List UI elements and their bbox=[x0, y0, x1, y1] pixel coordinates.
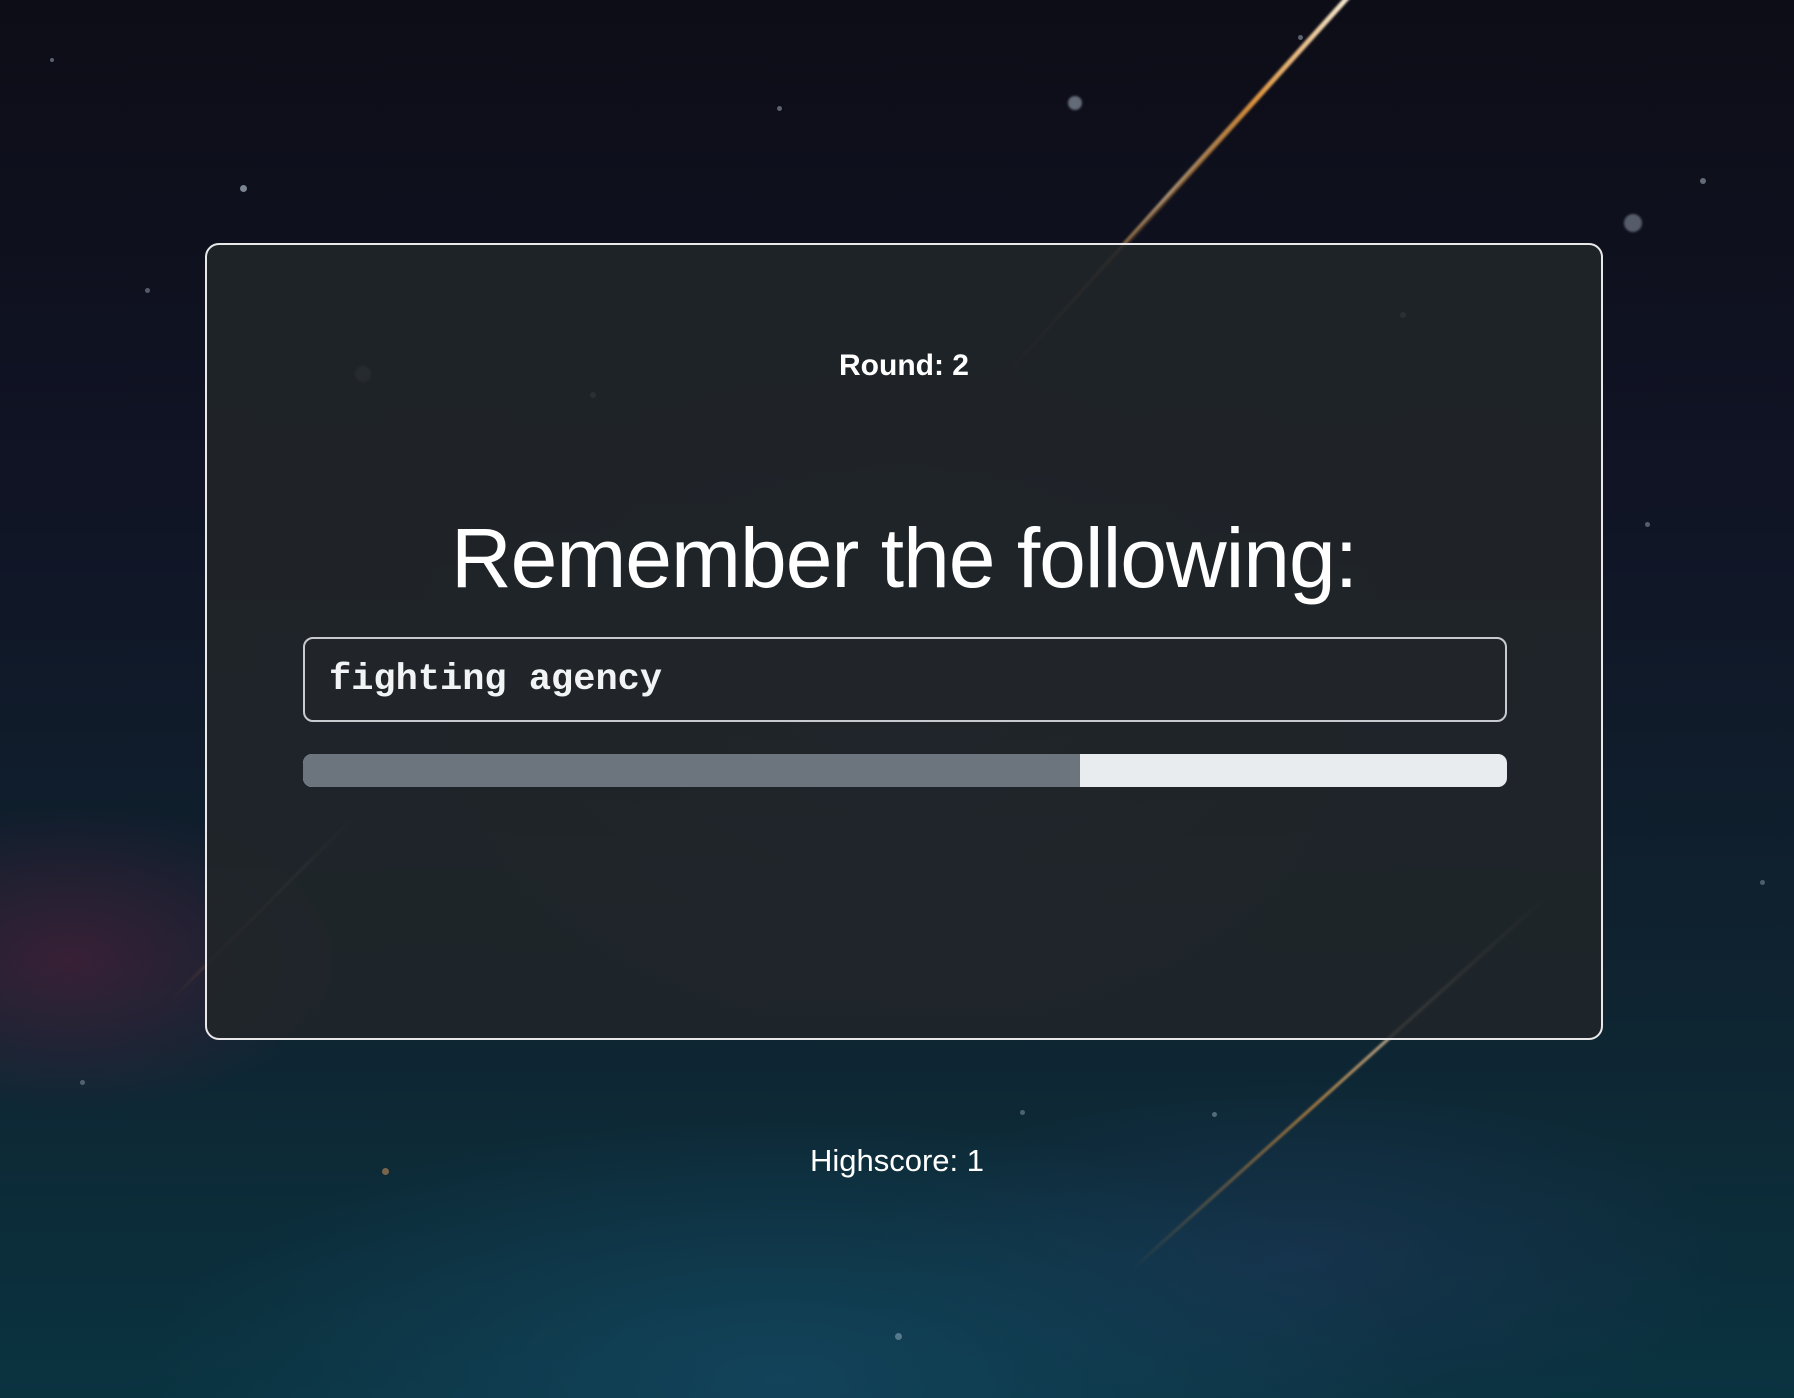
timer-progress-bar bbox=[303, 754, 1507, 787]
star bbox=[1760, 880, 1765, 885]
star bbox=[80, 1080, 85, 1085]
prompt-heading: Remember the following: bbox=[450, 511, 1358, 605]
timer-progress-fill bbox=[303, 754, 1080, 787]
word-display: fighting agency bbox=[303, 637, 1507, 722]
star bbox=[895, 1333, 902, 1340]
highscore-label: Highscore: 1 bbox=[809, 1143, 985, 1178]
shooting-star-streak bbox=[1098, 0, 1450, 275]
game-card: Round: 2 Remember the following: fightin… bbox=[205, 243, 1603, 1040]
star bbox=[1298, 35, 1303, 40]
star bbox=[1700, 178, 1706, 184]
star bbox=[240, 185, 247, 192]
star bbox=[1068, 96, 1082, 110]
star bbox=[145, 288, 150, 293]
round-label: Round: 2 bbox=[839, 349, 969, 382]
star bbox=[50, 58, 54, 62]
star bbox=[1645, 522, 1650, 527]
word-text: fighting agency bbox=[329, 658, 663, 701]
star bbox=[1624, 214, 1642, 232]
star bbox=[1020, 1110, 1025, 1115]
star bbox=[1212, 1112, 1217, 1117]
star bbox=[777, 106, 782, 111]
